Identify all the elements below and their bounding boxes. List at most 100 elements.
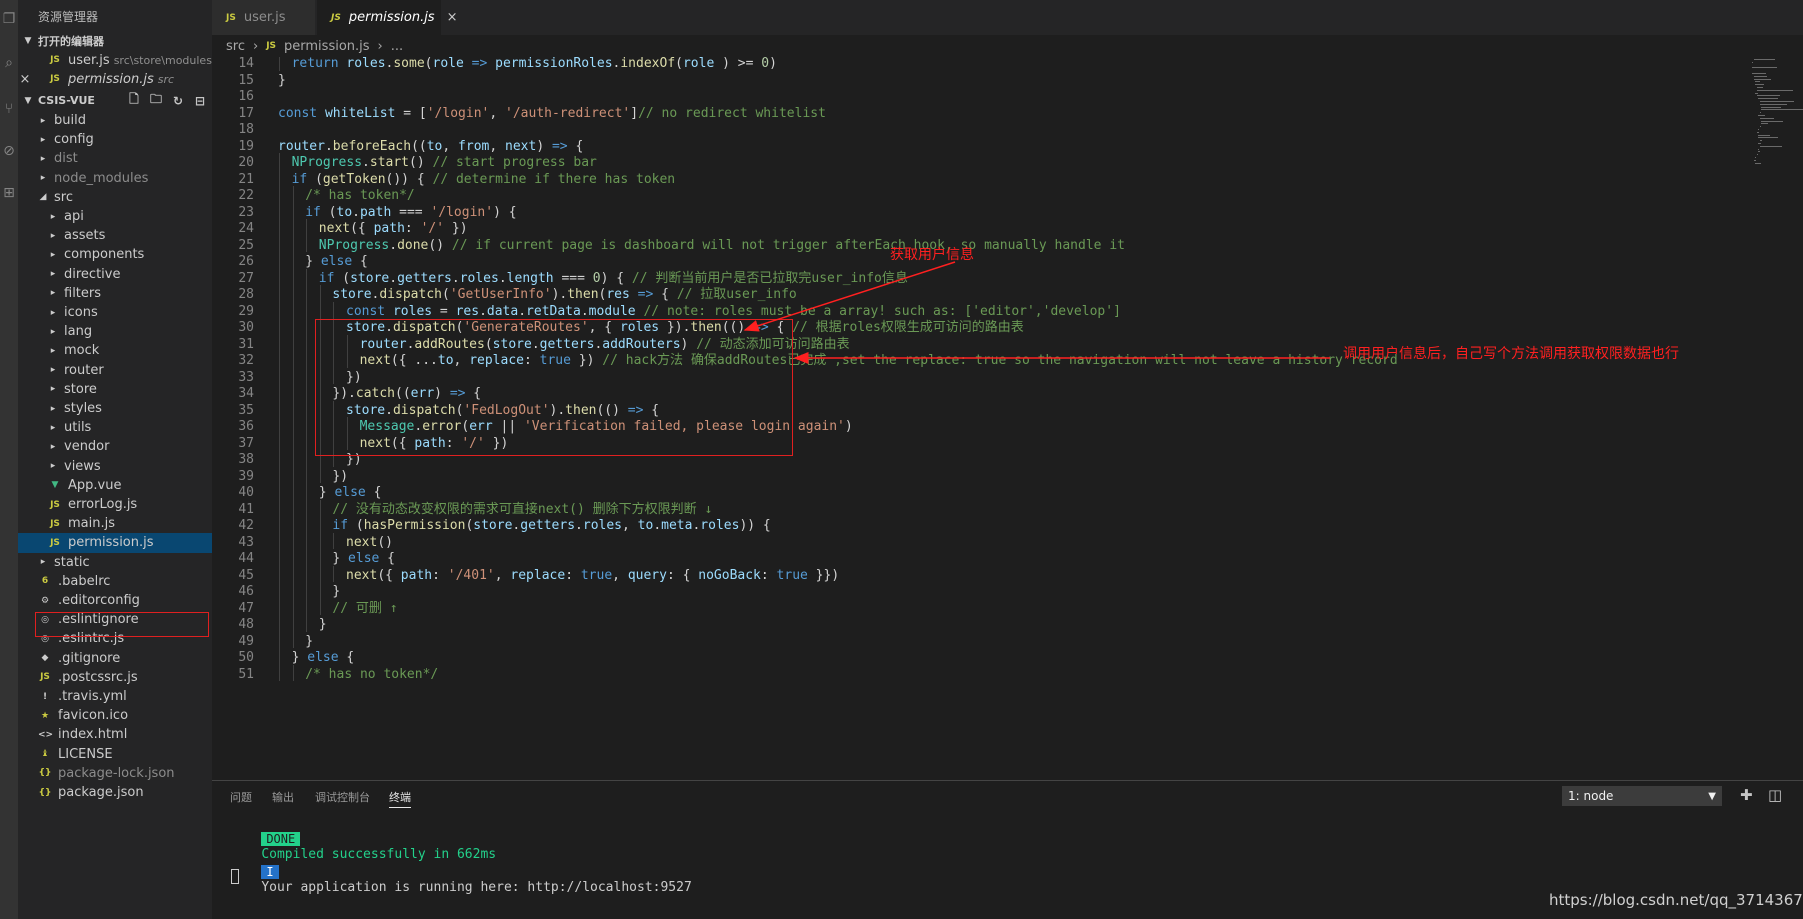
- tree-item-label: LICENSE: [58, 746, 113, 762]
- extensions-icon[interactable]: ⊞: [0, 180, 18, 206]
- minimap-line: [1758, 143, 1761, 144]
- indent-guide: [279, 549, 280, 566]
- code-token: }: [332, 584, 341, 599]
- code-token: module: [588, 303, 636, 319]
- tree-item-permission-js[interactable]: JS permission.js: [18, 533, 212, 553]
- code-token: :: [565, 567, 581, 583]
- tree-item-babelrc[interactable]: 6 .babelrc: [18, 572, 212, 591]
- open-editor-permission-js[interactable]: × JS permission.js src: [18, 68, 212, 90]
- tree-item-app-vue[interactable]: ▼ App.vue: [18, 476, 212, 495]
- code-line[interactable]: NProgress.done() // if current page is d…: [319, 236, 1125, 255]
- tree-item-views[interactable]: ▸ views: [18, 457, 212, 476]
- new-file-icon[interactable]: 🗋: [126, 90, 142, 111]
- breadcrumb-item[interactable]: ...: [391, 39, 403, 54]
- debug-icon[interactable]: ⊘: [0, 138, 18, 164]
- refresh-icon[interactable]: ↻: [170, 94, 186, 108]
- indent-guide: [292, 532, 294, 549]
- code-token: true: [776, 567, 808, 583]
- tree-item-build[interactable]: ▸ build: [18, 111, 212, 130]
- tree-item-router[interactable]: ▸ router: [18, 361, 212, 380]
- tree-item-travis-yml[interactable]: ! .travis.yml: [18, 687, 212, 706]
- new-folder-icon[interactable]: 🗀: [148, 90, 164, 111]
- tree-item-static[interactable]: ▸ static: [18, 553, 212, 572]
- code-token: next: [318, 221, 351, 236]
- tree-item-index-html[interactable]: <> index.html: [18, 725, 212, 744]
- tree-item-api[interactable]: ▸ api: [18, 207, 212, 226]
- indent-guide: [279, 252, 280, 269]
- tab-debug-console[interactable]: 调试控制台: [315, 789, 370, 805]
- code-line[interactable]: next({ path: '/401', replace: true, quer…: [346, 566, 839, 585]
- tree-item-dist[interactable]: ▸ dist: [18, 149, 212, 168]
- tab-permission-js[interactable]: JS permission.js ×: [317, 0, 458, 35]
- code-line[interactable]: // 可删 ↑: [332, 599, 397, 618]
- breadcrumb-item[interactable]: src: [226, 39, 245, 54]
- chevron-right-icon: ▸: [40, 173, 46, 184]
- minimap-line: [1758, 98, 1779, 100]
- tree-item-src[interactable]: ◢ src: [18, 188, 212, 207]
- indent-guide: [306, 351, 308, 368]
- breadcrumb-item[interactable]: permission.js: [284, 39, 370, 54]
- code-token: if: [305, 204, 321, 220]
- code-token: =>: [637, 287, 654, 302]
- code-line[interactable]: /* has no token*/: [305, 665, 438, 684]
- tab-output[interactable]: 输出: [272, 789, 294, 805]
- collapse-all-icon[interactable]: ⊟: [192, 94, 208, 108]
- project-header[interactable]: ▼ CSIS-VUE 🗋 🗀 ↻ ⊟: [18, 90, 212, 111]
- indent-guide: [306, 450, 308, 467]
- chevron-down-icon: ▼: [24, 95, 32, 106]
- source-control-icon[interactable]: ⑂: [0, 96, 18, 122]
- tree-item-node-modules[interactable]: ▸ node_modules: [18, 169, 212, 188]
- tab-user-js[interactable]: JS user.js: [212, 0, 315, 35]
- tree-item-package-lock-json[interactable]: {} package-lock.json: [18, 764, 212, 783]
- tree-item-store[interactable]: ▸ store: [18, 380, 212, 399]
- tree-item-main-js[interactable]: JS main.js: [18, 514, 212, 533]
- close-editor-icon[interactable]: ×: [18, 72, 32, 87]
- split-terminal-icon[interactable]: ◫: [1768, 786, 1782, 804]
- tree-item-gitignore[interactable]: ◆ .gitignore: [18, 649, 212, 668]
- explorer-sidebar: 资源管理器 ▼ 打开的编辑器 JS user.js src\store\modu…: [18, 0, 212, 919]
- files-icon[interactable]: ❐: [0, 6, 18, 32]
- code-line[interactable]: if (hasPermission(store.getters.roles, t…: [332, 516, 770, 535]
- tree-item-editorconfig[interactable]: ⚙ .editorconfig: [18, 591, 212, 610]
- tree-item-styles[interactable]: ▸ styles: [18, 399, 212, 418]
- minimap[interactable]: [1752, 57, 1803, 780]
- tree-item-components[interactable]: ▸ components: [18, 245, 212, 264]
- tree-item-assets[interactable]: ▸ assets: [18, 226, 212, 245]
- tree-item-vendor[interactable]: ▸ vendor: [18, 437, 212, 456]
- code-token: permissionRoles: [495, 57, 613, 71]
- code-token: }: [332, 551, 349, 566]
- new-terminal-icon[interactable]: ✚: [1740, 786, 1753, 804]
- code-token: from: [458, 138, 490, 154]
- tree-item-label: node_modules: [54, 170, 149, 186]
- code-line[interactable]: }: [319, 615, 327, 634]
- js-file-icon: JS: [266, 41, 277, 51]
- open-editors-header[interactable]: ▼ 打开的编辑器: [18, 30, 212, 51]
- tree-item-filters[interactable]: ▸ filters: [18, 284, 212, 303]
- tree-item-config[interactable]: ▸ config: [18, 130, 212, 149]
- search-icon[interactable]: ⌕: [0, 50, 18, 76]
- tree-item-mock[interactable]: ▸ mock: [18, 341, 212, 360]
- tab-problems[interactable]: 问题: [230, 789, 252, 805]
- code-line[interactable]: const whiteList = ['/login', '/auth-redi…: [278, 104, 826, 123]
- tree-item-package-json[interactable]: {} package.json: [18, 783, 212, 802]
- code-line[interactable]: return roles.some(role => permissionRole…: [292, 57, 777, 73]
- terminal-select[interactable]: 1: node ▼: [1562, 786, 1722, 806]
- tree-item-errorlog-js[interactable]: JS errorLog.js: [18, 495, 212, 514]
- code-token: const: [278, 105, 325, 121]
- tree-item-utils[interactable]: ▸ utils: [18, 418, 212, 437]
- code-token: path: [373, 221, 405, 236]
- indent-guide: [292, 466, 294, 483]
- tree-item-icons[interactable]: ▸ icons: [18, 303, 212, 322]
- tree-item-label: favicon.ico: [58, 708, 129, 724]
- tree-item-postcssrc-js[interactable]: JS .postcssrc.js: [18, 668, 212, 687]
- close-tab-icon[interactable]: ×: [447, 10, 458, 25]
- tab-terminal[interactable]: 终端: [389, 789, 411, 808]
- tree-item-favicon-ico[interactable]: ★ favicon.ico: [18, 706, 212, 725]
- code-token: if: [291, 171, 308, 187]
- tree-item-lang[interactable]: ▸ lang: [18, 322, 212, 341]
- indent-guide: [279, 483, 280, 500]
- code-line[interactable]: }: [278, 71, 286, 90]
- tree-item-directive[interactable]: ▸ directive: [18, 265, 212, 284]
- tree-item-license[interactable]: ♝ LICENSE: [18, 745, 212, 764]
